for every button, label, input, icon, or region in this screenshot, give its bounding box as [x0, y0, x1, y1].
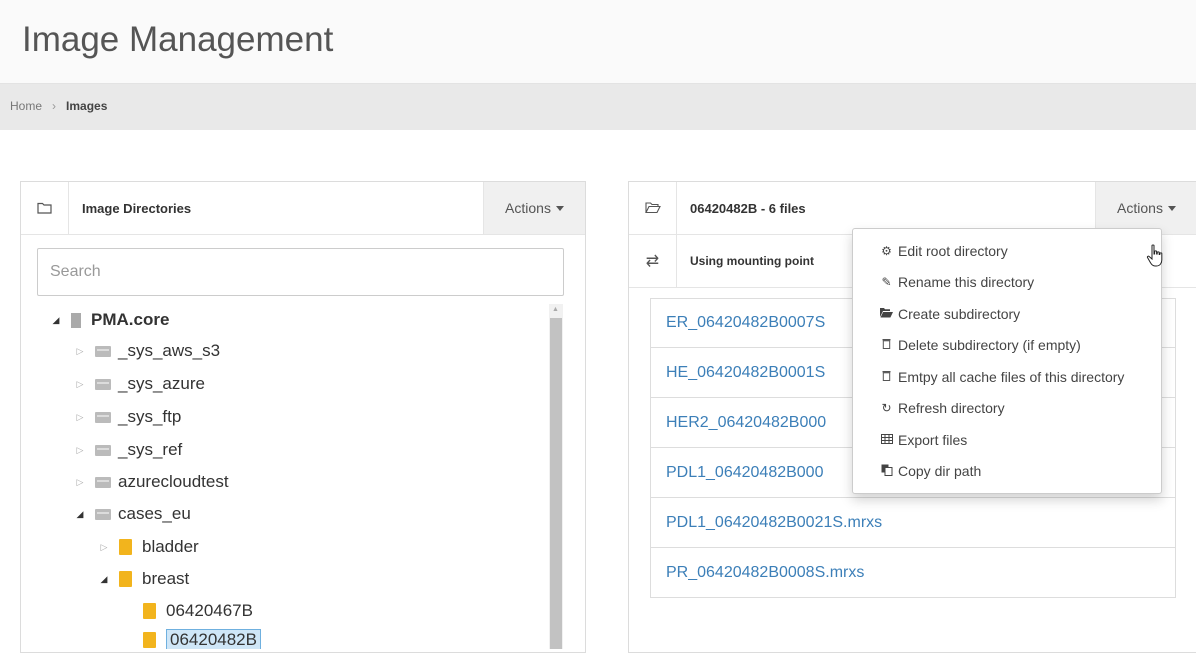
- expanded-triangle-icon[interactable]: ◢: [49, 315, 63, 326]
- right-actions-button[interactable]: Actions: [1095, 182, 1196, 234]
- trash-icon: [880, 338, 893, 352]
- menu-item-export-files[interactable]: Export files: [853, 424, 1161, 456]
- tree-node[interactable]: ▷ _sys_azure: [73, 368, 205, 400]
- expanded-triangle-icon[interactable]: ◢: [73, 509, 87, 520]
- menu-item-label: Create subdirectory: [898, 305, 1021, 322]
- breadcrumb-bar: Home › Images: [0, 83, 1196, 130]
- menu-item-rename-directory[interactable]: ✎ Rename this directory: [853, 267, 1161, 299]
- file-link[interactable]: PR_06420482B0008S.mrxs: [650, 548, 1176, 598]
- tree-scrollbar[interactable]: ▲: [549, 304, 563, 649]
- caret-down-icon: [555, 205, 564, 211]
- tree-node-label: cases_eu: [118, 504, 191, 523]
- cogs-icon: ⚙: [881, 243, 892, 258]
- collapsed-triangle-icon[interactable]: ▷: [73, 477, 87, 488]
- exchange-icon: ⇄: [629, 235, 677, 287]
- table-icon: [880, 433, 893, 447]
- breadcrumb-home-link[interactable]: Home: [10, 99, 42, 113]
- drive-icon: [95, 411, 111, 423]
- search-input[interactable]: [37, 248, 564, 296]
- refresh-icon: ↻: [881, 401, 892, 416]
- expanded-triangle-icon[interactable]: ◢: [97, 574, 111, 585]
- menu-item-label: Rename this directory: [898, 274, 1035, 291]
- copy-icon: [880, 464, 893, 479]
- server-icon: [71, 312, 81, 328]
- collapsed-triangle-icon[interactable]: ▷: [97, 542, 111, 553]
- folder-icon: [21, 182, 69, 234]
- tree-node[interactable]: ▷ _sys_ftp: [73, 401, 182, 433]
- menu-item-copy-dir-path[interactable]: Copy dir path: [853, 456, 1161, 488]
- menu-item-label: Delete subdirectory (if empty): [898, 337, 1081, 354]
- scroll-up-icon[interactable]: ▲: [552, 306, 559, 313]
- hand-pointer-icon: [1146, 244, 1166, 273]
- breadcrumb-current: Images: [66, 99, 108, 113]
- folder-icon: [119, 571, 132, 587]
- tree-node-label: PMA.core: [91, 310, 170, 329]
- actions-dropdown-menu: ⚙ Edit root directory ✎ Rename this direct…: [852, 228, 1162, 494]
- drive-icon: [95, 444, 111, 456]
- folder-open-icon: [629, 182, 677, 234]
- drive-icon: [95, 476, 111, 488]
- tree-node-label: _sys_ftp: [118, 407, 182, 426]
- actions-label: Actions: [1117, 200, 1163, 216]
- tree-node-label: bladder: [142, 537, 199, 556]
- scrollbar-thumb[interactable]: [550, 318, 562, 649]
- tree-node[interactable]: ◢ cases_eu: [73, 498, 191, 530]
- image-directories-panel: Image Directories Actions ◢ PMA.core ▷ _sy…: [20, 181, 586, 653]
- actions-label: Actions: [505, 200, 551, 216]
- menu-item-delete-subdirectory[interactable]: Delete subdirectory (if empty): [853, 330, 1161, 362]
- directory-tree: ◢ PMA.core ▷ _sys_aws_s3 ▷ _sys_azure ▷ _sys…: [37, 304, 547, 649]
- tree-node[interactable]: 06420467B: [143, 595, 253, 627]
- tree-node[interactable]: ▷ azurecloudtest: [73, 466, 229, 498]
- left-actions-button[interactable]: Actions: [483, 182, 585, 234]
- caret-down-icon: [1167, 205, 1176, 211]
- collapsed-triangle-icon[interactable]: ▷: [73, 346, 87, 357]
- collapsed-triangle-icon[interactable]: ▷: [73, 412, 87, 423]
- tree-node-label: 06420482B: [166, 629, 261, 649]
- page-title: Image Management: [22, 20, 334, 59]
- menu-item-label: Refresh directory: [898, 400, 1005, 417]
- tree-node-label: azurecloudtest: [118, 472, 229, 491]
- collapsed-triangle-icon[interactable]: ▷: [73, 445, 87, 456]
- tree-node-pma-core[interactable]: ◢ PMA.core: [49, 304, 170, 336]
- page-header: Image Management: [0, 0, 1196, 83]
- file-link[interactable]: PDL1_06420482B0021S.mrxs: [650, 498, 1176, 548]
- breadcrumb-separator-icon: ›: [52, 99, 57, 113]
- tree-node-label: _sys_aws_s3: [118, 341, 221, 360]
- collapsed-triangle-icon[interactable]: ▷: [73, 379, 87, 390]
- panel-title: 06420482B - 6 files: [690, 201, 806, 216]
- folder-icon: [143, 632, 156, 648]
- menu-item-edit-root-directory[interactable]: ⚙ Edit root directory: [853, 235, 1161, 267]
- breadcrumb: Home › Images: [10, 99, 107, 113]
- pencil-icon: ✎: [881, 275, 892, 290]
- menu-item-create-subdirectory[interactable]: Create subdirectory: [853, 298, 1161, 330]
- trash-icon: [880, 370, 893, 384]
- folder-open-icon: [880, 307, 893, 321]
- menu-item-label: Emtpy all cache files of this directory: [898, 368, 1125, 385]
- menu-item-label: Export files: [898, 431, 968, 448]
- panel-header: Image Directories Actions: [21, 182, 585, 235]
- panel-title: Image Directories: [82, 201, 192, 216]
- menu-item-refresh-directory[interactable]: ↻ Refresh directory: [853, 393, 1161, 425]
- menu-item-label: Edit root directory: [898, 242, 1008, 259]
- tree-node-label: 06420467B: [166, 601, 253, 620]
- tree-node-label: _sys_azure: [118, 374, 205, 393]
- drive-icon: [95, 378, 111, 390]
- tree-node-label: _sys_ref: [118, 440, 183, 459]
- tree-node[interactable]: ▷ _sys_aws_s3: [73, 335, 221, 367]
- drive-icon: [95, 508, 111, 520]
- tree-node[interactable]: ◢ breast: [97, 563, 190, 595]
- tree-node-label: breast: [142, 569, 190, 588]
- tree-node[interactable]: ▷ bladder: [97, 531, 199, 563]
- folder-icon: [119, 539, 132, 555]
- mounting-point-text: Using mounting point: [690, 254, 814, 268]
- folder-icon: [143, 603, 156, 619]
- drive-icon: [95, 345, 111, 357]
- tree-node[interactable]: ▷ _sys_ref: [73, 434, 183, 466]
- menu-item-empty-cache[interactable]: Emtpy all cache files of this directory: [853, 361, 1161, 393]
- menu-item-label: Copy dir path: [898, 463, 982, 480]
